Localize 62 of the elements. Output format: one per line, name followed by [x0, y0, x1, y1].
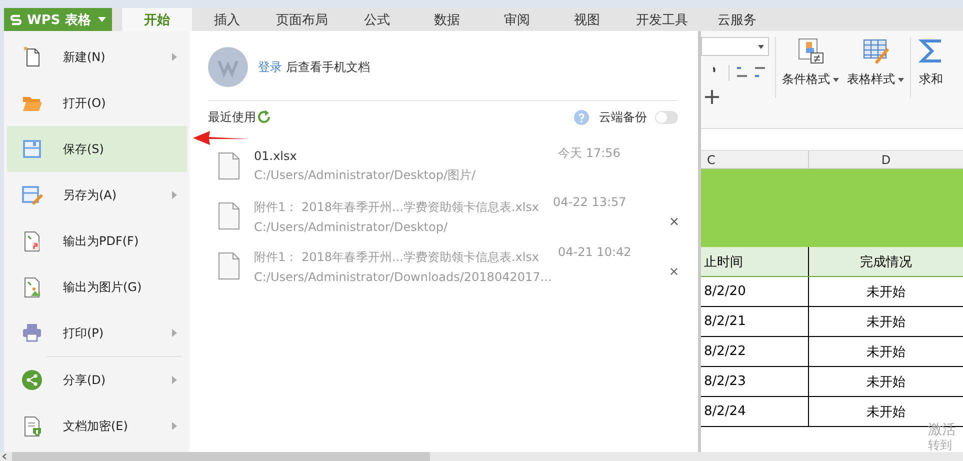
table-cell-text: 未开始	[866, 284, 906, 302]
document-icon	[218, 252, 240, 280]
menu-item[interactable]: 打开(O)	[7, 80, 187, 126]
cloud-backup-label: 云端备份	[599, 108, 647, 126]
table-cell-text: 未开始	[866, 374, 906, 392]
ribbon-button[interactable]: 条件格式	[778, 31, 843, 128]
menu-item[interactable]: 保存(S)	[7, 126, 187, 172]
refresh-icon[interactable]	[257, 110, 271, 124]
column-header[interactable]: C	[701, 151, 809, 168]
close-icon[interactable]	[670, 216, 678, 226]
ribbon-tab[interactable]: 插入	[192, 8, 262, 31]
menu-item[interactable]: 输出为图片(G)	[7, 264, 187, 310]
menu-item[interactable]: 打印(P)	[7, 310, 187, 356]
toggle-switch[interactable]	[655, 110, 678, 124]
ribbon-tab[interactable]: 审阅	[482, 8, 552, 31]
table-cell: 8/2/23	[701, 367, 809, 396]
header-cell: 止时间	[701, 247, 809, 276]
table-cell: 8/2/24	[701, 397, 809, 426]
login-hint: 后查看手机文档	[286, 60, 370, 74]
ribbon-tab[interactable]: 视图	[552, 8, 622, 31]
ribbon-button[interactable]: 表格样式	[843, 31, 908, 128]
caret-icon	[98, 16, 106, 22]
avatar-icon	[208, 47, 248, 87]
menu-item[interactable]: 分享(D)	[7, 357, 187, 403]
share-icon	[21, 369, 43, 391]
menu-item[interactable]: 另存为(A)	[7, 172, 187, 218]
activation-notice: 激活	[928, 422, 956, 438]
close-icon[interactable]	[670, 266, 678, 276]
table-cell-text: 未开始	[866, 404, 906, 422]
section-title: 最近使用	[208, 108, 256, 126]
column-header[interactable]: D	[809, 151, 963, 168]
activation-notice: 转到	[928, 437, 952, 453]
ribbon-tab[interactable]: 开发工具	[622, 8, 702, 31]
help-icon[interactable]	[574, 110, 589, 124]
document-icon	[218, 202, 240, 230]
recent-file-row[interactable]: 01.xlsx C:/Users/Administrator/Desktop/图片/ 今天 17:56	[208, 141, 678, 191]
table-cell: 8/2/20	[701, 277, 809, 306]
menu-item[interactable]: 新建(N)	[7, 34, 187, 80]
caret-icon	[758, 44, 764, 48]
ribbon-tab[interactable]: 云服务	[702, 8, 772, 31]
logo-icon	[10, 12, 22, 26]
number-format-dropdown[interactable]	[701, 37, 769, 56]
document-icon	[218, 152, 240, 180]
menu-item[interactable]: 文档加密(E)	[7, 403, 187, 449]
conditional-format-icon	[796, 37, 824, 65]
ribbon-tab[interactable]: 页面布局	[262, 8, 342, 31]
horizontal-scrollbar[interactable]	[0, 452, 963, 461]
table-cell-text: 未开始	[866, 344, 906, 362]
save-as-icon	[21, 184, 43, 206]
header-cell-text: 完成情况	[859, 254, 913, 272]
login-link[interactable]: 登录	[258, 60, 282, 74]
ribbon-tab[interactable]: 公式	[342, 8, 412, 31]
table-style-icon	[862, 37, 890, 65]
ribbon-button[interactable]: 求和	[913, 31, 949, 128]
printer-icon	[21, 322, 43, 344]
table-cell-text: 未开始	[866, 314, 906, 332]
ribbon-tab[interactable]: 开始	[122, 8, 192, 31]
ribbon-tab[interactable]: 数据	[412, 8, 482, 31]
table-cell: 8/2/21	[701, 307, 809, 336]
plus-icon[interactable]	[705, 90, 719, 104]
menu-item[interactable]: 输出为PDF(F)	[7, 218, 187, 264]
table-cell: 8/2/22	[701, 337, 809, 366]
